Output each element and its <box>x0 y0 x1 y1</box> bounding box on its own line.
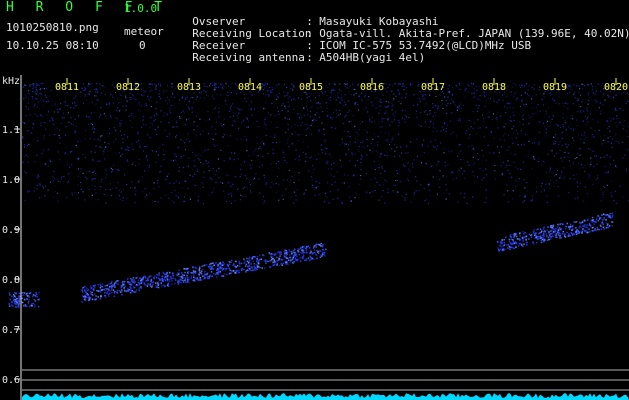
y-tick-label: 1.1 <box>2 125 20 136</box>
y-tick-label: 0.6 <box>2 375 20 386</box>
y-axis-label: kHz <box>2 76 20 87</box>
y-tick-label: 0.9 <box>2 225 20 236</box>
trace-segment <box>496 212 614 252</box>
trace-segment <box>81 242 327 303</box>
spectrogram: 1.11.00.90.80.70.6kHz0811 0812 0813 0814 081… <box>2 75 629 400</box>
y-tick-label: 1.0 <box>2 175 20 186</box>
y-tick-label: 0.8 <box>2 275 20 286</box>
noise-layer <box>22 83 629 205</box>
trace-segment <box>8 291 40 308</box>
signal-level-strip <box>22 393 629 400</box>
y-tick-label: 0.7 <box>2 325 20 336</box>
